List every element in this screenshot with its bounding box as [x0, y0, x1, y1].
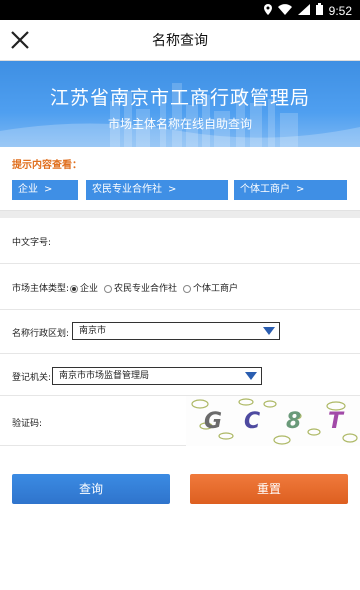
dropdown-arrow-icon	[245, 372, 257, 380]
battery-icon	[315, 3, 323, 18]
chevron-right-icon: >	[296, 184, 305, 195]
query-button[interactable]: 查询	[12, 474, 170, 504]
captcha-char: C	[244, 409, 260, 434]
radio-individual[interactable]: 个体工商户	[183, 281, 238, 294]
pill-individual[interactable]: 个体工商户 >	[234, 180, 347, 200]
region-row: 名称行政区划: 南京市	[0, 310, 360, 354]
section-divider	[0, 210, 360, 218]
pill-cooperative[interactable]: 农民专业合作社 >	[86, 180, 228, 200]
banner-subtitle: 市场主体名称在线自助查询	[107, 117, 252, 131]
status-time: 9:52	[328, 3, 352, 18]
entity-type-row: 市场主体类型: 企业 农民专业合作社 个体工商户	[0, 264, 360, 310]
status-bar: 9:52	[0, 0, 360, 20]
wifi-icon	[277, 3, 292, 18]
chevron-right-icon: >	[168, 184, 177, 195]
location-icon	[263, 3, 272, 18]
dropdown-arrow-icon	[263, 327, 275, 335]
captcha-char: G	[204, 409, 222, 434]
hint-title: 提示内容查看：	[12, 160, 82, 171]
captcha-char: 8	[286, 409, 301, 434]
radio-enterprise[interactable]: 企业	[70, 281, 98, 294]
entity-type-label: 市场主体类型:	[12, 284, 70, 294]
banner: 江苏省南京市工商行政管理局 市场主体名称在线自助查询	[0, 61, 360, 147]
reset-button[interactable]: 重置	[190, 474, 348, 504]
chinese-name-row[interactable]: 中文字号:	[0, 218, 360, 264]
captcha-label: 验证码:	[12, 419, 43, 429]
page-title: 名称查询	[152, 33, 208, 49]
authority-row: 登记机关: 南京市市场监督管理局	[0, 354, 360, 396]
signal-icon	[297, 3, 310, 18]
entity-type-radio-group: 企业 农民专业合作社 个体工商户	[70, 281, 238, 294]
captcha-char: T	[328, 409, 345, 434]
region-select[interactable]: 南京市	[72, 322, 280, 340]
hint-pills: 企业 > 农民专业合作社 > 个体工商户 >	[12, 180, 347, 200]
pill-enterprise[interactable]: 企业 >	[12, 180, 78, 200]
region-label: 名称行政区划:	[12, 329, 70, 339]
radio-cooperative[interactable]: 农民专业合作社	[104, 281, 177, 294]
chinese-name-label: 中文字号:	[12, 238, 52, 248]
authority-select[interactable]: 南京市市场监督管理局	[52, 367, 262, 385]
title-bar: 名称查询	[0, 20, 360, 61]
captcha-image[interactable]: G C 8 T	[186, 396, 360, 446]
banner-title: 江苏省南京市工商行政管理局	[49, 87, 310, 109]
chevron-right-icon: >	[44, 184, 53, 195]
authority-label: 登记机关:	[12, 373, 52, 383]
